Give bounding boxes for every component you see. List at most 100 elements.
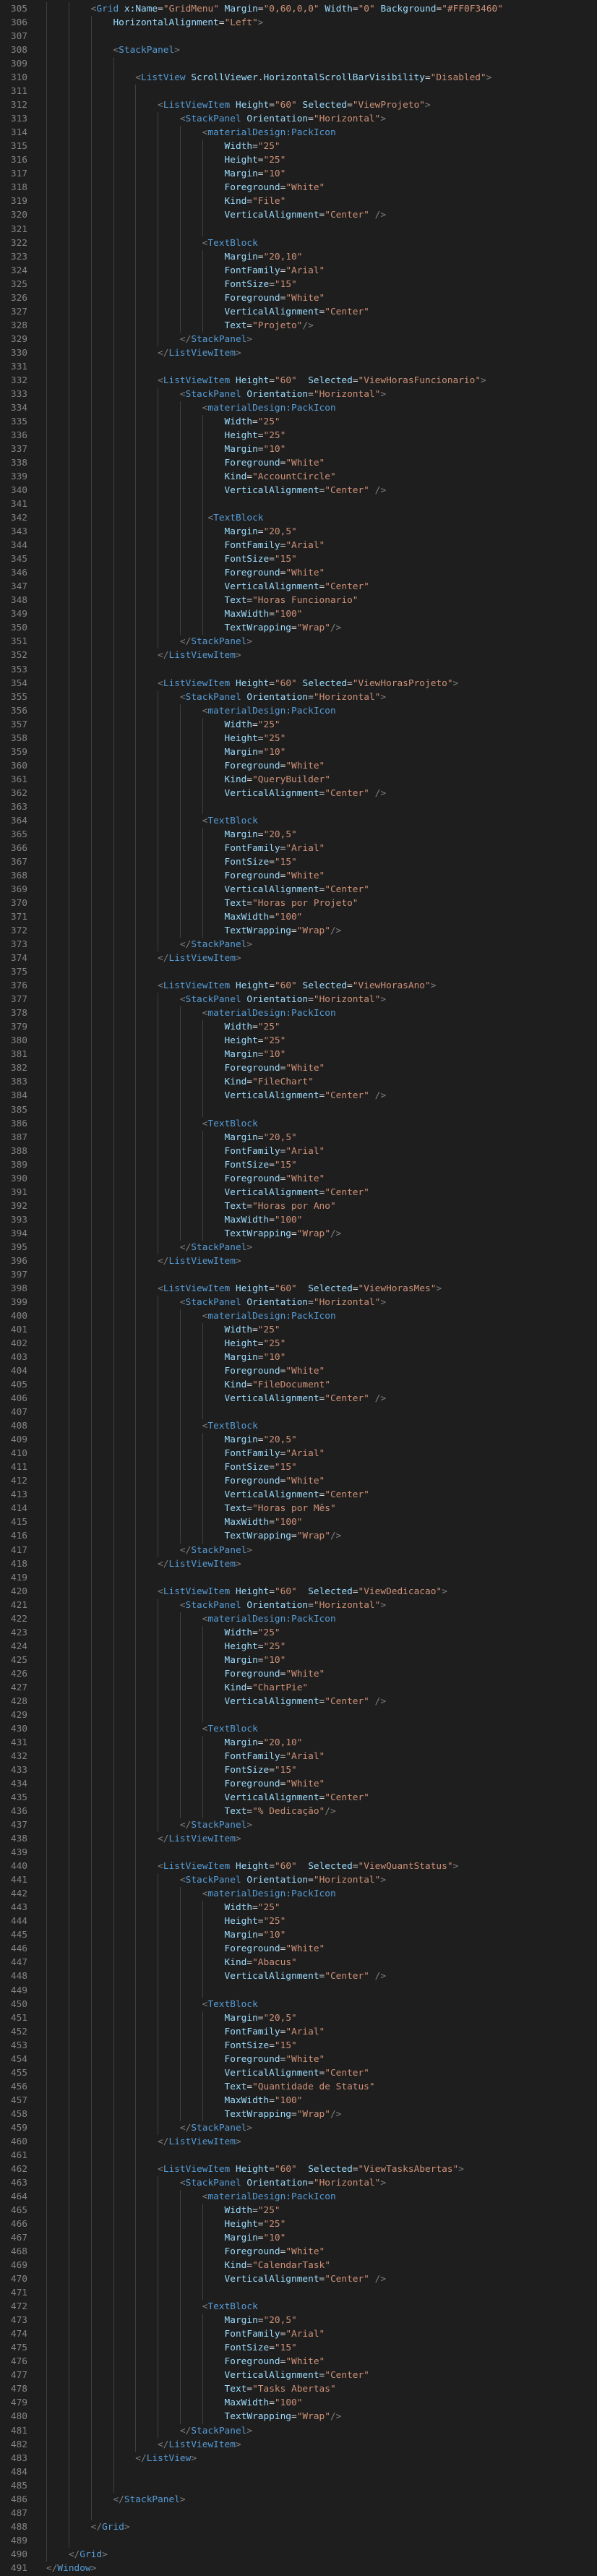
code-line[interactable]: 469 Kind="CalendarTask" [0,2259,597,2273]
code-text[interactable]: VerticalAlignment="Center" /> [46,1089,386,1103]
code-line[interactable]: 475 FontSize="15" [0,2341,597,2355]
code-line[interactable]: 462 <ListViewItem Height="60" Selected="… [0,2162,597,2176]
code-text[interactable]: VerticalAlignment="Center" /> [46,1695,386,1708]
code-line[interactable]: 445 Margin="10" [0,1928,597,1943]
code-text[interactable]: VerticalAlignment="Center" /> [46,787,386,800]
code-line[interactable]: 317 Margin="10" [0,167,597,181]
code-line[interactable]: 305 <Grid x:Name="GridMenu" Margin="0,60… [0,2,597,17]
code-text[interactable]: FontSize="15" [46,278,297,291]
code-line[interactable]: 423 Width="25" [0,1625,597,1640]
code-line[interactable]: 387 Margin="20,5" [0,1130,597,1144]
code-line[interactable]: 441 <StackPanel Orientation="Horizontal"… [0,1873,597,1888]
code-text[interactable]: Margin="20,5" [46,525,297,539]
code-line[interactable]: 433 FontSize="15" [0,1763,597,1778]
code-line[interactable]: 324 FontFamily="Arial" [0,263,597,278]
code-line[interactable]: 376 <ListViewItem Height="60" Selected="… [0,979,597,993]
code-line[interactable]: 412 Foreground="White" [0,1474,597,1489]
code-text[interactable]: MaxWidth="100" [46,2396,303,2410]
code-text[interactable]: MaxWidth="100" [46,1213,303,1227]
code-line[interactable]: 333 <StackPanel Orientation="Horizontal"… [0,387,597,401]
code-text[interactable]: FontFamily="Arial" [46,1447,325,1460]
code-text[interactable]: Text="Quantidade de Status" [46,2080,375,2094]
code-line[interactable]: 449 [0,1983,597,1998]
code-text[interactable]: Margin="10" [46,1351,286,1364]
code-text[interactable]: Margin="10" [46,745,286,759]
code-line[interactable]: 308 <StackPanel> [0,43,597,58]
code-line[interactable]: 424 Height="25" [0,1639,597,1653]
code-text[interactable]: Foreground="White" [46,1474,325,1488]
code-text[interactable]: </ListViewItem> [46,2135,241,2149]
code-text[interactable]: FontFamily="Arial" [46,1750,325,1763]
code-line[interactable]: 394 TextWrapping="Wrap"/> [0,1226,597,1241]
code-line[interactable]: 483 </ListView> [0,2451,597,2465]
code-text[interactable]: <ListViewItem Height="60" Selected="View… [46,1585,447,1599]
code-line[interactable]: 407 [0,1405,597,1420]
code-text[interactable]: Foreground="White" [46,566,325,580]
code-line[interactable]: 398 <ListViewItem Height="60" Selected="… [0,1281,597,1296]
code-line[interactable]: 451 Margin="20,5" [0,2011,597,2025]
code-line[interactable]: 458 TextWrapping="Wrap"/> [0,2107,597,2121]
code-line[interactable]: 415 MaxWidth="100" [0,1515,597,1530]
code-text[interactable]: FontSize="15" [46,2039,297,2053]
code-text[interactable]: FontSize="15" [46,855,297,869]
code-text[interactable]: </ListViewItem> [46,2438,241,2452]
code-text[interactable]: <TextBlock [46,1419,258,1433]
code-text[interactable]: </Grid> [46,2520,130,2534]
code-line[interactable]: 364 <TextBlock [0,813,597,828]
code-text[interactable]: </StackPanel> [46,2121,252,2135]
code-text[interactable]: FontSize="15" [46,1460,297,1474]
code-line[interactable]: 328 Text="Projeto"/> [0,318,597,333]
code-text[interactable]: VerticalAlignment="Center" [46,1791,369,1805]
code-text[interactable]: Height="25" [46,153,286,167]
code-line[interactable]: 377 <StackPanel Orientation="Horizontal"… [0,993,597,1007]
code-line[interactable]: 337 Margin="10" [0,442,597,457]
code-text[interactable]: Width="25" [46,140,280,153]
code-text[interactable]: Foreground="White" [46,1667,325,1681]
code-text[interactable]: Margin="10" [46,2231,286,2245]
code-line[interactable]: 383 Kind="FileChart" [0,1075,597,1090]
code-line[interactable]: 453 FontSize="15" [0,2038,597,2053]
code-line[interactable]: 313 <StackPanel Orientation="Horizontal"… [0,112,597,127]
code-line[interactable]: 311 [0,85,597,99]
code-text[interactable]: </StackPanel> [46,1818,252,1832]
code-text[interactable]: </ListViewItem> [46,1832,241,1846]
code-line[interactable]: 418 </ListViewItem> [0,1557,597,1571]
code-text[interactable]: Height="25" [46,1640,286,1653]
code-line[interactable]: 392 Text="Horas por Ano" [0,1199,597,1213]
code-line[interactable]: 315 Width="25" [0,140,597,154]
code-line[interactable]: 390 Foreground="White" [0,1171,597,1186]
code-text[interactable]: Foreground="White" [46,759,325,773]
code-text[interactable]: <ListViewItem Height="60" Selected="View… [46,2162,464,2176]
code-line[interactable]: 339 Kind="AccountCircle" [0,470,597,484]
code-text[interactable]: </StackPanel> [46,1241,252,1254]
code-line[interactable]: 472 <TextBlock [0,2300,597,2314]
code-line[interactable]: 422 <materialDesign:PackIcon [0,1612,597,1626]
code-text[interactable]: </ListView> [46,2452,197,2465]
code-text[interactable]: Margin="20,5" [46,1131,297,1144]
code-text[interactable]: Foreground="White" [46,456,325,470]
code-line[interactable]: 428 VerticalAlignment="Center" /> [0,1694,597,1708]
code-line[interactable]: 385 [0,1103,597,1117]
code-text[interactable]: <ListViewItem Height="60" Selected="View… [46,1860,458,1873]
code-line[interactable]: 442 <materialDesign:PackIcon [0,1887,597,1901]
code-text[interactable]: <materialDesign:PackIcon [46,1887,336,1901]
code-line[interactable]: 306 HorizontalAlignment="Left"> [0,16,597,30]
code-text[interactable]: VerticalAlignment="Center" /> [46,1392,386,1405]
code-text[interactable]: <materialDesign:PackIcon [46,401,336,415]
code-line[interactable]: 312 <ListViewItem Height="60" Selected="… [0,98,597,113]
code-text[interactable]: Margin="20,10" [46,1736,303,1750]
code-text[interactable]: FontFamily="Arial" [46,264,325,278]
code-editor[interactable]: 305 <Grid x:Name="GridMenu" Margin="0,60… [0,0,597,2575]
code-line[interactable]: 489 [0,2533,597,2548]
code-text[interactable]: Height="25" [46,1914,286,1928]
code-line[interactable]: 372 TextWrapping="Wrap"/> [0,924,597,938]
code-text[interactable]: <materialDesign:PackIcon [46,1612,336,1626]
code-line[interactable]: 369 VerticalAlignment="Center" [0,883,597,897]
code-line[interactable]: 480 TextWrapping="Wrap"/> [0,2410,597,2424]
code-line[interactable]: 321 [0,222,597,236]
code-line[interactable]: 440 <ListViewItem Height="60" Selected="… [0,1860,597,1874]
code-text[interactable]: <ListViewItem Height="60" Selected="View… [46,98,431,112]
code-text[interactable]: <TextBlock [46,814,258,828]
code-line[interactable]: 366 FontFamily="Arial" [0,841,597,855]
code-text[interactable]: Width="25" [46,1020,280,1034]
